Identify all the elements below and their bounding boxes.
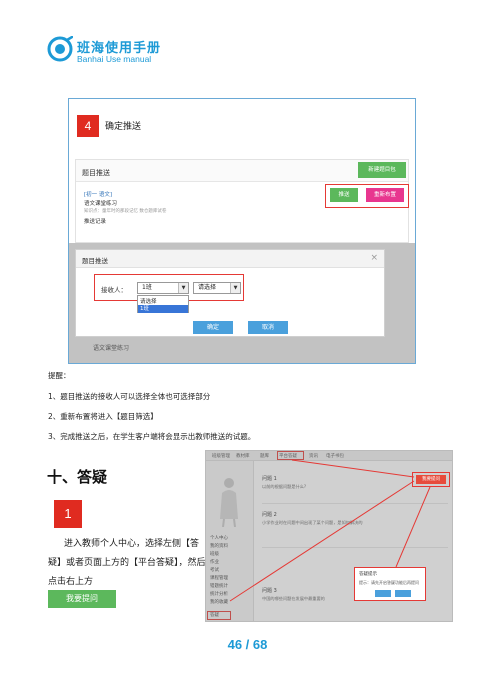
receiver-label: 接收人： — [101, 286, 127, 294]
student-select-value: 请选择 — [198, 284, 217, 291]
step-badge: 4 — [77, 115, 99, 137]
ask-question-button[interactable]: 我要提问 — [48, 590, 116, 608]
dropdown-option-selected[interactable]: 1班 — [138, 305, 188, 313]
note-item: 3、完成推送之后，在学生客户端将会显示出教师推送的试题。 — [48, 432, 256, 441]
new-package-button[interactable]: 新建题目包 — [358, 162, 406, 178]
qa-screenshot: 班级管理 教材库 题库 平台答疑 资讯 电子书包 个人中心 我的资料 班级 作业… — [205, 450, 453, 622]
panel-title: 题目推送 — [82, 169, 110, 177]
dialog-title: 题目推送 — [82, 257, 108, 265]
step-badge: 1 — [54, 500, 82, 528]
notes-heading: 提醒： — [48, 371, 71, 380]
class-select[interactable]: 1班 ▼ — [137, 282, 189, 294]
question-panel: 题目推送 新建题目包 [初一 语文] 语文课堂练习 知识点：童年时的那段记忆 数… — [75, 159, 409, 243]
question-meta: 知识点：童年时的那段记忆 数仓题库试卷 — [84, 209, 167, 214]
annotation-arrows — [229, 459, 431, 602]
student-select[interactable]: 请选择 ▼ — [193, 282, 241, 294]
dropdown-option[interactable]: 请选择 — [140, 297, 157, 305]
paragraph-line: 疑】或者页面上方的【平台答疑】，然后 — [48, 558, 206, 568]
dialog-header — [76, 250, 384, 268]
republish-button[interactable]: 重新布置 — [366, 188, 404, 202]
logo-subtitle: Banhai Use manual — [77, 54, 152, 64]
confirm-button[interactable]: 确定 — [193, 321, 233, 334]
page-number: 46 / 68 — [227, 637, 268, 652]
background-text: 语文课堂练习 — [93, 345, 130, 352]
push-history[interactable]: 推送记录 — [84, 217, 106, 225]
note-item: 1、题目推送的接收人可以选择全体也可选择部分 — [48, 392, 211, 401]
push-screenshot: 4 确定推送 题目推送 新建题目包 [初一 语文] 语文课堂练习 知识点：童年时… — [68, 98, 416, 364]
logo: 班海使用手册 Banhai Use manual — [47, 36, 207, 68]
paragraph-line: 进入教师个人中心，选择左侧【答 — [64, 539, 200, 549]
class-select-value: 1班 — [142, 284, 152, 291]
paragraph-line: 点击右上方 — [48, 577, 94, 587]
logo-icon — [47, 36, 73, 62]
question-subtitle: 语文课堂练习 — [84, 201, 118, 207]
chevron-down-icon: ▼ — [230, 283, 240, 293]
section-heading: 十、答疑 — [47, 468, 108, 486]
step-title: 确定推送 — [105, 122, 142, 132]
chevron-down-icon: ▼ — [178, 283, 188, 293]
note-item: 2、重新布置将进入【题目筛选】 — [48, 412, 158, 421]
push-dialog: 题目推送 × 接收人： 1班 ▼ 请选择 ▼ 请选择 1班 确定 取消 — [75, 249, 385, 337]
cancel-button[interactable]: 取消 — [248, 321, 288, 334]
close-icon[interactable]: × — [370, 253, 378, 263]
push-button[interactable]: 推送 — [330, 188, 358, 202]
class-dropdown: 请选择 1班 — [137, 295, 189, 313]
question-title[interactable]: [初一 语文] — [84, 190, 112, 198]
